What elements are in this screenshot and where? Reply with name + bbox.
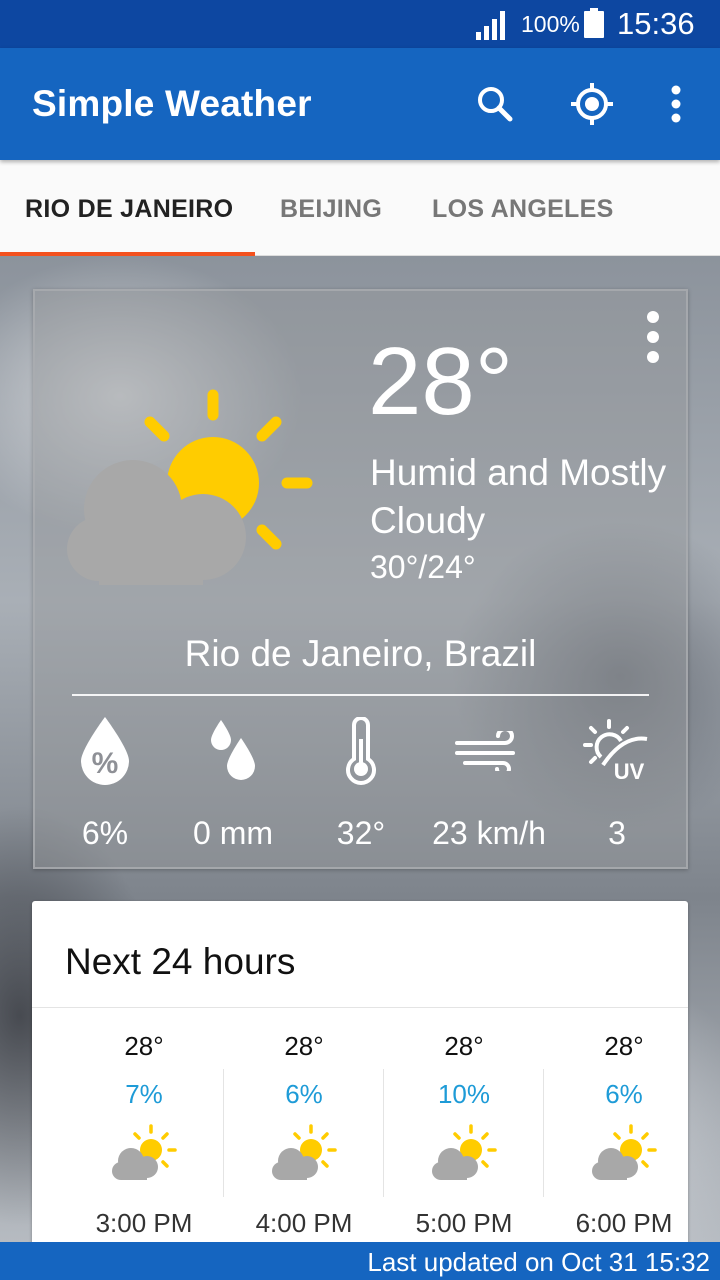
hourly-time: 3:00 PM	[95, 1208, 193, 1238]
current-temperature: 28°	[368, 328, 514, 435]
location-name: Rio de Janeiro, Brazil	[184, 633, 537, 674]
app-bar: Simple Weather	[0, 48, 720, 160]
signal-icon	[476, 11, 505, 40]
hourly-rain-chance: 7%	[125, 1079, 163, 1109]
hourly-title: Next 24 hours	[65, 941, 296, 982]
hourly-item[interactable]: 28° 10% 5:00 PM	[384, 1031, 544, 1239]
my-location-icon	[571, 83, 613, 125]
uv-index-icon: UV	[583, 719, 648, 783]
hourly-temperature: 28°	[604, 1031, 644, 1061]
uv-index-value: 3	[608, 815, 626, 851]
humidity-stat: % 6%	[35, 715, 175, 852]
hourly-item[interactable]: 28° 6% 4:00 PM	[224, 1031, 384, 1239]
humidity-icon: %	[81, 717, 129, 785]
tab-rio-de-janeiro[interactable]: RIO DE JANEIRO	[25, 195, 233, 224]
precipitation-value: 0 mm	[193, 815, 273, 851]
tab-los-angeles[interactable]: LOS ANGELES	[432, 195, 614, 224]
hourly-temperature: 28°	[284, 1031, 324, 1061]
status-clock: 15:36	[617, 6, 695, 41]
more-vert-icon	[671, 85, 681, 123]
svg-text:%: %	[92, 747, 119, 780]
partly-cloudy-icon	[272, 1124, 337, 1180]
city-tabs: RIO DE JANEIRO BEIJING LOS ANGELES	[0, 160, 720, 256]
precipitation-icon	[211, 720, 255, 780]
svg-text:UV: UV	[614, 759, 645, 783]
humidity-value: 6%	[81, 815, 129, 851]
hourly-time: 6:00 PM	[575, 1208, 673, 1238]
battery-icon	[584, 8, 604, 38]
wind-icon	[455, 731, 515, 771]
hourly-rain-chance: 6%	[285, 1079, 323, 1109]
search-button[interactable]	[467, 76, 523, 132]
weather-condition: Humid and Mostly Cloudy	[370, 452, 667, 541]
hourly-forecast-card: Next 24 hours 28° 7% 3:00 PM 28° 6% 4:00…	[32, 901, 688, 1242]
my-location-button[interactable]	[564, 76, 620, 132]
card-more-vert-icon[interactable]	[638, 309, 668, 365]
status-bar: 100% 15:36	[0, 0, 720, 48]
hourly-temperature: 28°	[444, 1031, 484, 1061]
hourly-temperature: 28°	[124, 1031, 164, 1061]
high-low-temperature: 30°/24°	[370, 549, 476, 585]
uv-index-stat: UV 3	[547, 715, 687, 852]
precipitation-stat: 0 mm	[163, 715, 303, 852]
search-icon	[478, 87, 513, 122]
hourly-time: 4:00 PM	[255, 1208, 353, 1238]
last-updated-bar: Last updated on Oct 31 15:32	[0, 1242, 720, 1280]
tab-beijing[interactable]: BEIJING	[280, 195, 382, 224]
divider	[32, 1007, 688, 1008]
partly-cloudy-icon	[112, 1124, 177, 1180]
hourly-item[interactable]: 28° 6% 6:00 PM	[544, 1031, 688, 1239]
overflow-menu-button[interactable]	[648, 76, 704, 132]
wind-stat: 23 km/h	[419, 715, 559, 852]
partly-cloudy-icon	[67, 389, 313, 585]
hourly-rain-chance: 6%	[605, 1079, 643, 1109]
feels-like-value: 32°	[336, 815, 386, 851]
app-title: Simple Weather	[32, 83, 312, 124]
thermometer-icon	[346, 717, 376, 785]
hourly-time: 5:00 PM	[415, 1208, 513, 1238]
hourly-rain-chance: 10%	[437, 1079, 491, 1109]
feels-like-stat: 32°	[291, 715, 431, 852]
battery-percentage: 100%	[521, 11, 580, 37]
hourly-item[interactable]: 28° 7% 3:00 PM	[64, 1031, 224, 1239]
partly-cloudy-icon	[432, 1124, 497, 1180]
divider	[72, 694, 649, 696]
partly-cloudy-icon	[592, 1124, 657, 1180]
weather-content[interactable]: 28° Humid and Mostly Cloudy 30°/24° Rio …	[0, 256, 720, 1242]
wind-value: 23 km/h	[432, 815, 546, 851]
current-weather-card: 28° Humid and Mostly Cloudy 30°/24° Rio …	[33, 289, 688, 869]
